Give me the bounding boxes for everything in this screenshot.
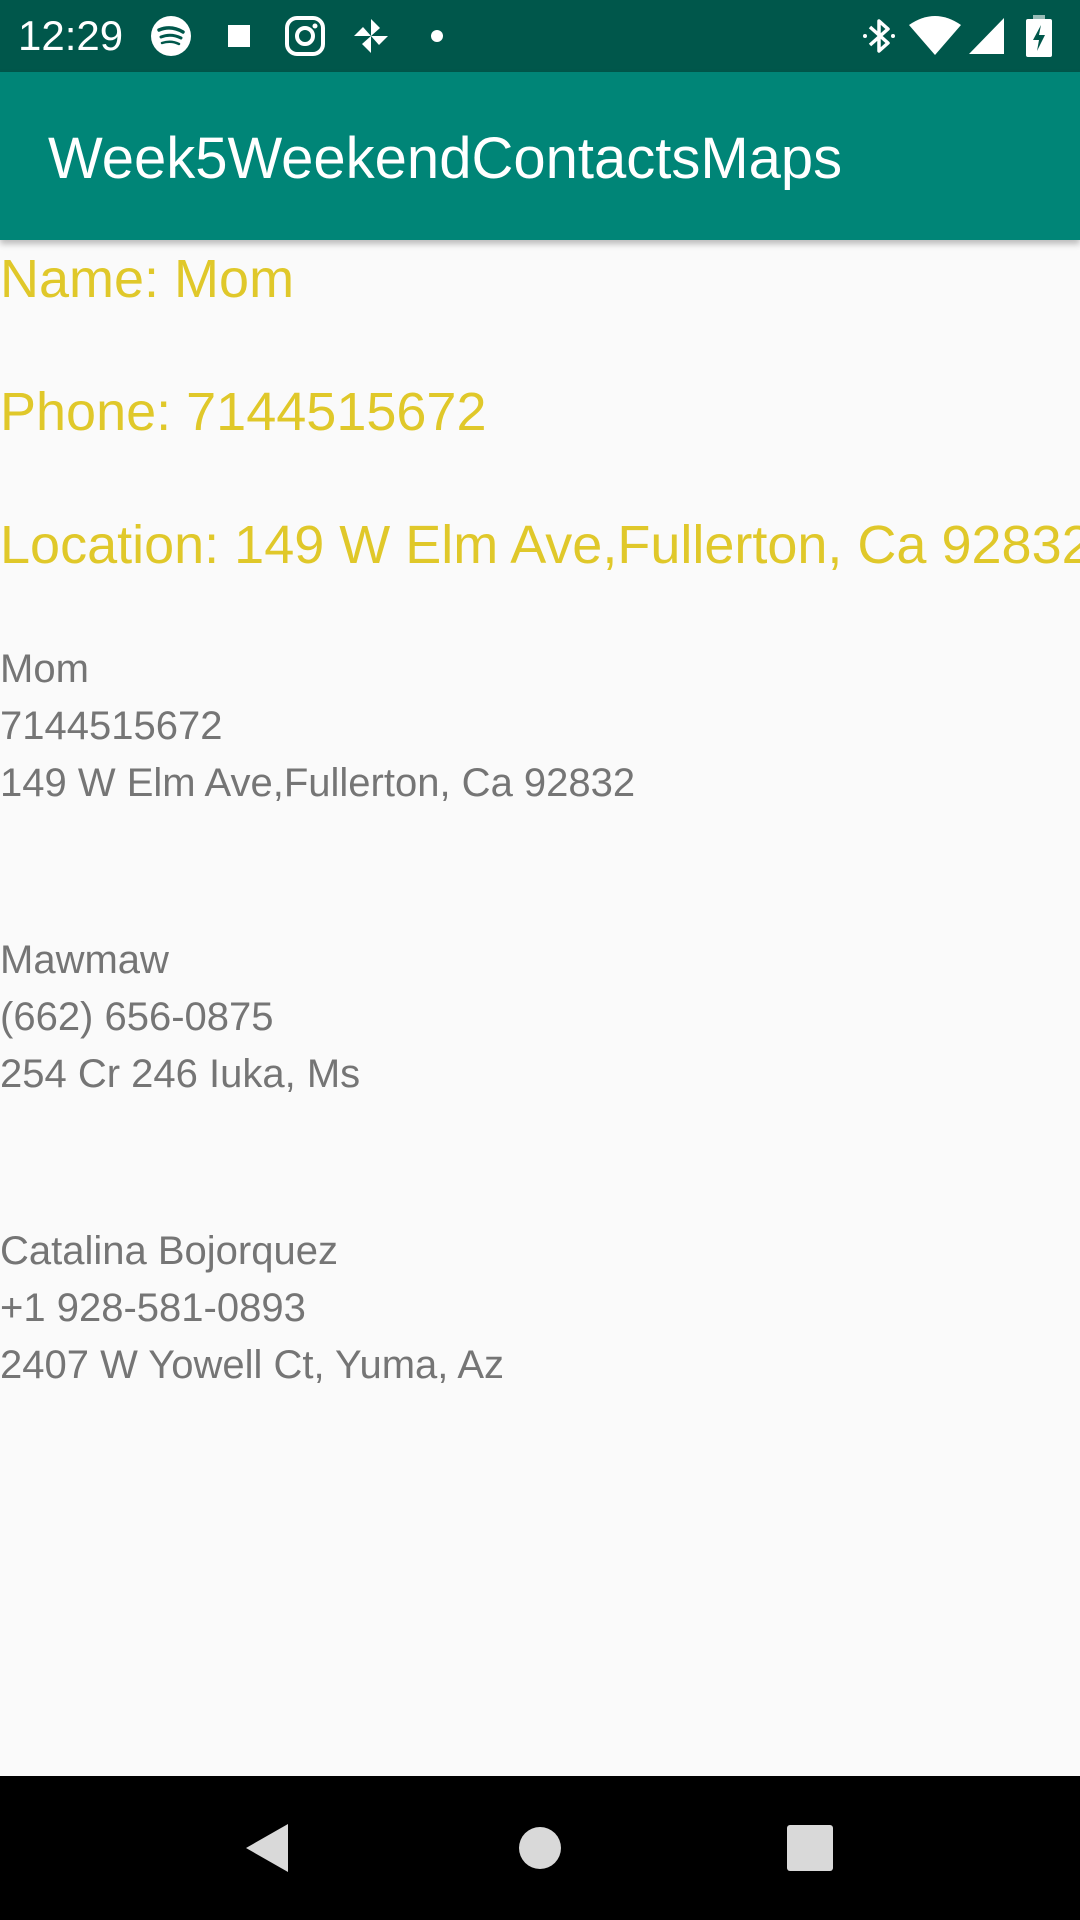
contact-phone: (662) 656-0875 (0, 995, 274, 1039)
contact-address: 149 W Elm Ave,Fullerton, Ca 92832 (0, 761, 636, 805)
contact-phone: +1 928-581-0893 (0, 1286, 306, 1330)
selected-location: Location: 149 W Elm Ave,Fullerton, Ca 92… (0, 515, 1080, 575)
cellular-signal-icon (969, 18, 1004, 54)
contact-name: Mawmaw (0, 938, 169, 982)
battery-charging-icon (1026, 15, 1052, 57)
selected-name: Name: Mom (0, 249, 295, 309)
navigation-bar (0, 1776, 1080, 1920)
contact-item[interactable]: Mawmaw (662) 656-0875 254 Cr 246 Iuka, M… (0, 932, 360, 1103)
contact-name: Catalina Bojorquez (0, 1229, 338, 1273)
contact-item[interactable]: Catalina Bojorquez +1 928-581-0893 2407 … (0, 1223, 504, 1394)
stop-icon (228, 25, 250, 47)
home-icon[interactable] (498, 1806, 582, 1890)
recents-icon[interactable] (768, 1806, 852, 1890)
dot-icon (431, 30, 443, 42)
pinwheel-icon (354, 19, 388, 53)
bluetooth-icon (863, 19, 895, 53)
spotify-icon (151, 16, 191, 56)
wifi-icon (909, 16, 961, 55)
status-bar: 12:29 (0, 0, 1080, 72)
app-title: Week5WeekendContactsMaps (48, 126, 843, 191)
app-bar: Week5WeekendContactsMaps (0, 72, 1080, 240)
instagram-icon (285, 16, 325, 56)
status-time: 12:29 (18, 12, 124, 59)
selected-phone: Phone: 7144515672 (0, 382, 487, 442)
contact-address: 2407 W Yowell Ct, Yuma, Az (0, 1343, 505, 1387)
contact-phone: 7144515672 (0, 704, 223, 748)
back-icon[interactable] (226, 1806, 310, 1890)
contact-item[interactable]: Mom 7144515672 149 W Elm Ave,Fullerton, … (0, 641, 635, 812)
contact-address: 254 Cr 246 Iuka, Ms (0, 1052, 361, 1096)
contact-name: Mom (0, 647, 89, 691)
